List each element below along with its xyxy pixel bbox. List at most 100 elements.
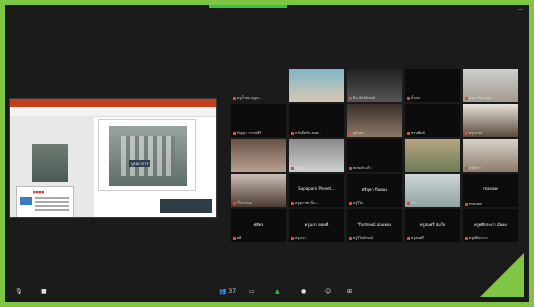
- participant-name-label: สุนันทา: [349, 130, 364, 136]
- participant-tile[interactable]: ครูจิตรา: [463, 139, 518, 172]
- participant-name-label: ปิ่น บัตร์ลักษณ์: [349, 95, 375, 101]
- participant-video: [289, 69, 344, 102]
- participant-name-label: ครูจิตรา: [465, 165, 481, 171]
- participant-tile[interactable]: Supaporn Pinnet... ครูสุภาพร ปิ่น...: [289, 174, 344, 207]
- ppt-ribbon: [10, 99, 216, 107]
- participant-name-label: ครูวิไลลักษณ์: [349, 235, 373, 241]
- share-screen-icon: ▲: [275, 288, 280, 295]
- muted-mic-icon: [407, 201, 410, 205]
- participant-tile[interactable]: ครูศศิประภา มั่นคง ครูศศิประภา: [463, 209, 518, 242]
- participant-display-name: ศศิธร: [253, 222, 264, 227]
- current-slide: บูรณาการ: [98, 119, 196, 191]
- participants-button[interactable]: 👥 37: [219, 288, 236, 295]
- participant-tile[interactable]: ครูวรรณ: [463, 104, 518, 137]
- participant-tile[interactable]: วิไลลักษณ์ อ่อนทองครูวิไลลักษณ์: [347, 209, 402, 242]
- participant-name-label: ครูดารัตน์ บุญ...: [465, 95, 494, 101]
- meeting-toolbar: 🎙 ■ 👥 37 ▭ ▲ ● ☺ ⊞: [5, 286, 529, 302]
- participant-tile[interactable]: [289, 69, 344, 102]
- participant-display-name: manaw: [483, 186, 498, 191]
- participant-tile[interactable]: ศรีสุดา ปิ่นทองครูวิไล: [347, 174, 402, 207]
- muted-mic-icon: [349, 96, 352, 100]
- muted-mic-icon: [407, 236, 410, 240]
- muted-mic-icon: [291, 201, 294, 205]
- participant-name-label: ครูวรรณ: [465, 130, 482, 136]
- video-button[interactable]: ■: [41, 288, 47, 295]
- participant-tile[interactable]: อุไร: [405, 174, 460, 207]
- participant-tile[interactable]: วิไลวรรณ: [231, 174, 286, 207]
- muted-mic-icon: [465, 202, 468, 206]
- slide-thumbnail-pane: ■■■■: [10, 116, 94, 217]
- reactions-icon: ☺: [325, 288, 332, 295]
- participant-tile[interactable]: [405, 139, 460, 172]
- presenter-thumbnail: [160, 199, 212, 213]
- participant-tile[interactable]: ศศิธรศศิ: [231, 209, 286, 242]
- thumbnail-image: [20, 197, 32, 205]
- participant-name-label: ครูนภา: [291, 235, 306, 241]
- participant-tile[interactable]: ครูนภา ยอดดีครูนภา: [289, 209, 344, 242]
- participant-name-label: ครูศศิ: [291, 165, 304, 171]
- participant-name-label: อุไร: [407, 200, 417, 206]
- screen-share-indicator: [209, 5, 287, 8]
- participant-name-label: สมพงษ์ แก้ว: [349, 165, 371, 171]
- participants-icon: 👥 37: [219, 288, 237, 295]
- thumbnail-text: [35, 197, 69, 199]
- participant-name-label: ครูสมศรี: [407, 235, 424, 241]
- participant-name-label: น้ำฝน: [407, 95, 420, 101]
- slide-scaffold: [121, 136, 175, 176]
- participant-video: [405, 139, 460, 172]
- participant-name-label: ครูวิไล: [349, 200, 363, 206]
- chat-button[interactable]: ▭: [249, 288, 255, 295]
- share-screen-button[interactable]: ▲: [275, 288, 280, 295]
- participant-tile[interactable]: ครูน้ำฝน บุญม...: [231, 69, 286, 102]
- participant-tile[interactable]: ปิ่น บัตร์ลักษณ์: [347, 69, 402, 102]
- mic-button[interactable]: 🎙: [15, 288, 23, 295]
- window-controls[interactable]: —: [518, 7, 523, 13]
- participant-tile[interactable]: น้ำฝน: [405, 69, 460, 102]
- chat-icon: ▭: [249, 288, 255, 295]
- apps-button[interactable]: ⊞: [347, 288, 352, 295]
- corner-decoration: [480, 253, 524, 297]
- slide-caption: บูรณาการ: [129, 160, 151, 167]
- muted-mic-icon: [465, 236, 468, 240]
- muted-mic-icon: [291, 236, 294, 240]
- participant-name-label: วิไลวรรณ: [233, 200, 252, 206]
- muted-mic-icon: [233, 131, 236, 135]
- muted-mic-icon: [291, 166, 294, 170]
- zoom-meeting-window: — ■■■■ บูรณาการ ครูน้ำฝน บุญม... ปิ่น บัต…: [5, 5, 529, 302]
- participant-tile[interactable]: กัญญา วรรณสิริ: [231, 104, 286, 137]
- participant-gallery: ครูน้ำฝน บุญม... ปิ่น บัตร์ลักษณ์ น้ำฝน ครู…: [229, 69, 525, 244]
- muted-mic-icon: [349, 166, 352, 170]
- muted-mic-icon: [349, 201, 352, 205]
- slide-thumbnail[interactable]: [32, 144, 68, 182]
- participant-display-name: ครูนภา ยอดดี: [304, 222, 329, 227]
- participant-name-label: กัญญา วรรณสิริ: [233, 130, 261, 136]
- muted-mic-icon: [233, 236, 236, 240]
- participant-name-label: ศศิ: [233, 235, 241, 241]
- reactions-button[interactable]: ☺: [325, 288, 331, 295]
- record-button[interactable]: ●: [301, 288, 306, 295]
- participant-name-label: ครูน้ำฝน บุญม...: [233, 95, 262, 101]
- thumbnail-title: ■■■■: [33, 190, 45, 194]
- participant-display-name: ศรีสุดา ปิ่นทอง: [361, 187, 388, 192]
- muted-mic-icon: [233, 201, 236, 205]
- participant-tile[interactable]: สมพงษ์ แก้ว: [347, 139, 402, 172]
- muted-mic-icon: [407, 131, 410, 135]
- participant-tile[interactable]: manaw manaw: [463, 174, 518, 207]
- participant-display-name: วิไลลักษณ์ อ่อนทอง: [357, 222, 392, 227]
- participant-tile[interactable]: ครูดารัตน์ บุญ...: [463, 69, 518, 102]
- participant-tile[interactable]: ชวนพิมพ์: [405, 104, 460, 137]
- participant-display-name: ครูสมศรี สมใจ: [419, 222, 446, 227]
- muted-mic-icon: [465, 166, 468, 170]
- participant-tile[interactable]: ครูศศิ: [289, 139, 344, 172]
- participant-tile[interactable]: หวัดดีครับ สมศ...: [289, 104, 344, 137]
- record-icon: ●: [301, 288, 307, 295]
- muted-mic-icon: [233, 96, 236, 100]
- muted-mic-icon: [465, 96, 468, 100]
- muted-mic-icon: [291, 131, 294, 135]
- slide-thumbnail[interactable]: ■■■■: [16, 186, 74, 217]
- shared-screen[interactable]: ■■■■ บูรณาการ: [9, 98, 217, 218]
- participant-tile[interactable]: [231, 139, 286, 172]
- participant-name-label: ครูศศิประภา: [465, 235, 488, 241]
- participant-tile[interactable]: สุนันทา: [347, 104, 402, 137]
- participant-tile[interactable]: ครูสมศรี สมใจครูสมศรี: [405, 209, 460, 242]
